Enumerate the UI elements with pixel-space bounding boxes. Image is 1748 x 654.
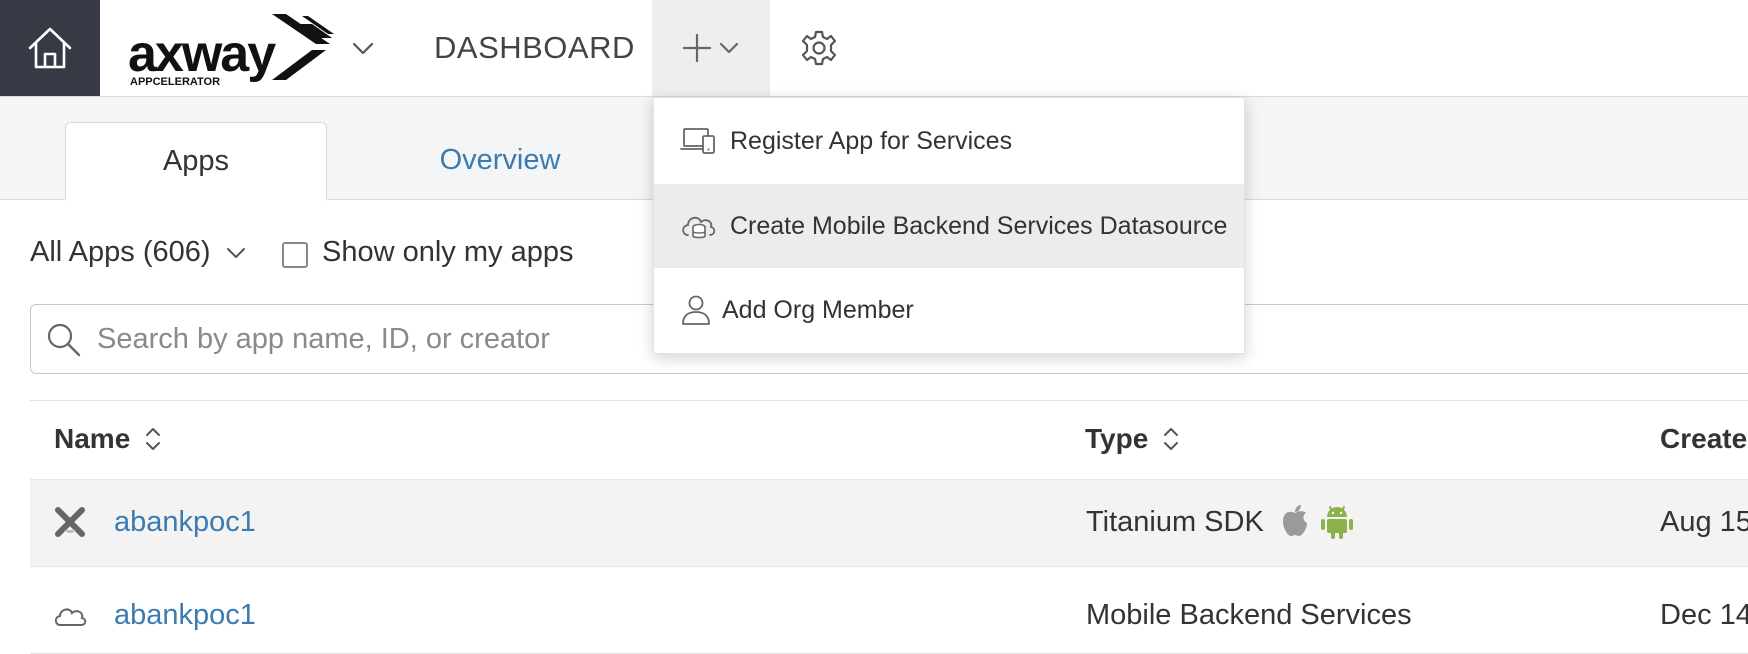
chevron-down-icon [226,247,245,258]
logo-subtext: APPCELERATOR [130,76,221,88]
axway-logo[interactable]: axway APPCELERATOR [128,8,338,92]
apple-icon [1283,505,1307,536]
menu-item-label: Create Mobile Backend Services Datasourc… [730,211,1228,240]
table-header: Name Type Create [30,400,1748,481]
top-bar: axway APPCELERATOR DASHBOARD [0,0,1748,97]
dashboard-link[interactable]: DASHBOARD [434,30,635,66]
menu-item-register-app[interactable]: Register App for Services [654,98,1244,184]
app-filter-dropdown[interactable]: All Apps (606) [30,236,247,269]
menu-item-label: Add Org Member [722,295,914,324]
menu-item-create-datasource[interactable]: Create Mobile Backend Services Datasourc… [654,184,1244,268]
app-name-link[interactable]: abankpoc1 [114,506,256,539]
cloud-database-icon [676,211,720,241]
created-date: Dec 14 [1660,599,1748,631]
plus-icon [682,33,712,63]
created-date: Aug 15 [1660,506,1748,538]
menu-item-add-org-member[interactable]: Add Org Member [654,268,1244,352]
sort-icon [1164,428,1179,450]
sort-icon [146,428,161,450]
show-only-my-apps-label[interactable]: Show only my apps [322,236,573,269]
app-filter-label: All Apps (606) [30,236,211,268]
column-header-created[interactable]: Create [1660,423,1747,455]
app-type: Titanium SDK [1086,506,1264,538]
tab-overview[interactable]: Overview [400,122,600,199]
chevron-down-icon [719,42,739,54]
home-button[interactable] [0,0,100,96]
org-chevron-down-icon[interactable] [350,36,376,60]
logo-wordmark: axway [128,25,276,83]
show-only-my-apps-checkbox[interactable] [282,242,308,268]
column-label: Type [1085,423,1149,454]
home-icon [28,27,72,69]
user-icon [674,294,718,326]
android-icon [1321,506,1353,539]
add-menu-button[interactable] [652,0,770,96]
tab-apps[interactable]: Apps [65,122,327,201]
gear-icon[interactable] [800,29,838,67]
menu-item-label: Register App for Services [730,126,1013,155]
app-type: Mobile Backend Services [1086,599,1412,631]
add-dropdown-menu: Register App for Services Create Mobile … [653,97,1245,354]
cloud-database-icon [54,608,87,626]
titanium-icon [55,507,85,537]
table-row[interactable]: abankpoc1 Titanium SDK Aug 15 [30,480,1748,567]
column-label: Create [1660,423,1748,454]
column-label: Name [54,423,131,454]
app-name-link[interactable]: abankpoc1 [114,599,256,632]
axway-mark-icon [272,14,334,80]
search-icon [47,323,81,357]
column-header-type[interactable]: Type [1085,423,1180,455]
table-row[interactable]: abankpoc1 Mobile Backend Services Dec 14 [30,567,1748,654]
column-header-name[interactable]: Name [54,423,162,455]
devices-icon [676,126,720,156]
